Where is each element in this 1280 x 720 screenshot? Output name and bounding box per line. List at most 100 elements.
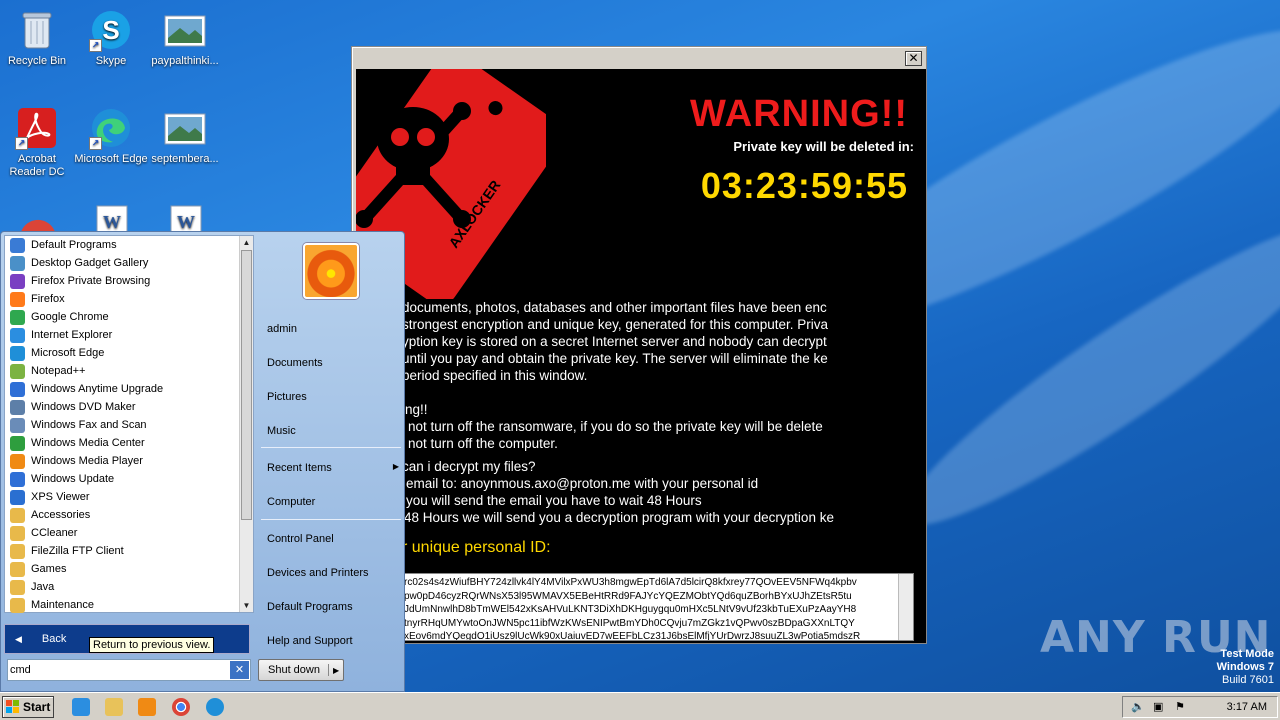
desktop-icon-september-file[interactable]: septembera... — [148, 106, 222, 166]
program-item[interactable]: Firefox Private Browsing — [5, 272, 253, 290]
program-icon — [10, 453, 25, 469]
shutdown-options-arrow-icon[interactable]: ▶ — [329, 666, 339, 675]
chrome-icon[interactable] — [172, 698, 190, 716]
program-item[interactable]: Maintenance — [5, 596, 253, 614]
action-center-flag-icon[interactable]: ⚑ — [1175, 700, 1185, 713]
desktop-icon-recycle-bin[interactable]: Recycle Bin — [0, 8, 74, 68]
system-tray: 🔈 ▣ ⚑ 3:17 AM — [1122, 696, 1278, 718]
menu-item-devices[interactable]: Devices and Printers — [267, 567, 369, 579]
program-label: Microsoft Edge — [31, 347, 105, 359]
scroll-up-icon[interactable]: ▲ — [240, 236, 253, 249]
program-item[interactable]: Notepad++ — [5, 362, 253, 380]
shutdown-button[interactable]: Shut down ▶ — [258, 659, 344, 681]
desktop-icon-label: Microsoft Edge — [74, 153, 148, 165]
user-avatar[interactable] — [303, 243, 359, 299]
back-label: Back — [41, 633, 67, 645]
program-item[interactable]: Default Programs — [5, 236, 253, 254]
desktop-icon-paypal-file[interactable]: paypalthinki... — [148, 8, 222, 68]
network-icon[interactable]: ▣ — [1153, 700, 1163, 713]
program-label: FileZilla FTP Client — [31, 545, 124, 557]
program-item[interactable]: Windows DVD Maker — [5, 398, 253, 416]
program-icon — [10, 345, 25, 361]
volume-icon[interactable]: 🔈 — [1131, 700, 1145, 713]
program-item[interactable]: Desktop Gadget Gallery — [5, 254, 253, 272]
desktop-icon-acrobat[interactable]: ↗ Acrobat Reader DC — [0, 106, 74, 179]
menu-item-help[interactable]: Help and Support — [267, 635, 353, 647]
clear-search-icon[interactable]: ✕ — [230, 661, 249, 679]
start-menu[interactable]: Default Programs Desktop Gadget Gallery Fi… — [0, 231, 405, 692]
program-item[interactable]: Firefox — [5, 290, 253, 308]
menu-item-recent[interactable]: Recent Items ▶ — [267, 462, 399, 474]
program-label: Windows Media Center — [31, 437, 145, 449]
private-key-notice: Private key will be deleted in: — [733, 139, 914, 154]
program-icon — [10, 471, 25, 487]
menu-item-control-panel[interactable]: Control Panel — [267, 533, 334, 545]
message-line: until you pay and obtain the private key… — [402, 351, 828, 366]
program-icon — [10, 579, 25, 595]
message-line: not turn off the ransomware, if you do s… — [408, 419, 823, 434]
menu-item-admin[interactable]: admin — [267, 323, 297, 335]
menu-item-computer[interactable]: Computer — [267, 496, 315, 508]
edge-icon[interactable] — [206, 698, 224, 716]
program-label: Windows Media Player — [31, 455, 143, 467]
desktop-icon-label: paypalthinki... — [151, 55, 219, 67]
window-titlebar[interactable]: ✕ — [352, 47, 926, 69]
program-icon — [10, 399, 25, 415]
search-input[interactable] — [10, 662, 230, 678]
personal-id-line: tnyrRHqUMYwtoOnJWN5pc11ibfWzKWsENIPwtBmY… — [404, 617, 855, 629]
program-item[interactable]: Windows Anytime Upgrade — [5, 380, 253, 398]
ransomware-window[interactable]: ✕ AXLOCKER WARNING!! Private key will be… — [351, 46, 927, 644]
menu-item-pictures[interactable]: Pictures — [267, 391, 307, 403]
menu-item-default-programs[interactable]: Default Programs — [267, 601, 353, 613]
desktop-icon-edge[interactable]: ↗ Microsoft Edge — [74, 106, 148, 166]
clock[interactable]: 3:17 AM — [1227, 701, 1267, 713]
image-file-icon — [163, 106, 207, 150]
program-item[interactable]: Windows Media Player — [5, 452, 253, 470]
personal-id-textbox[interactable]: rc02s4s4zWiufBHY724zllvk4lY4MVilxPxWU3h8… — [400, 573, 914, 641]
program-item[interactable]: XPS Viewer — [5, 488, 253, 506]
internet-explorer-icon[interactable] — [72, 698, 90, 716]
watermark-line: Windows 7 — [1216, 661, 1274, 673]
media-player-icon[interactable] — [138, 698, 156, 716]
program-item[interactable]: Windows Update — [5, 470, 253, 488]
program-label: Notepad++ — [31, 365, 86, 377]
close-button[interactable]: ✕ — [905, 51, 922, 66]
program-item[interactable]: Java — [5, 578, 253, 596]
program-item[interactable]: FileZilla FTP Client — [5, 542, 253, 560]
back-tooltip: Return to previous view. — [89, 637, 215, 653]
file-explorer-icon[interactable] — [105, 698, 123, 716]
desktop-icon-skype[interactable]: S ↗ Skype — [74, 8, 148, 68]
menu-item-documents[interactable]: Documents — [267, 357, 323, 369]
message-line: ing!! — [402, 402, 428, 417]
program-item[interactable]: Internet Explorer — [5, 326, 253, 344]
program-label: CCleaner — [31, 527, 78, 539]
program-icon — [10, 237, 25, 253]
search-box[interactable]: ✕ — [7, 659, 251, 681]
program-item[interactable]: Google Chrome — [5, 308, 253, 326]
scrollbar-thumb[interactable] — [241, 250, 252, 520]
program-label: Windows DVD Maker — [31, 401, 136, 413]
desktop-icon-label: Recycle Bin — [7, 55, 67, 67]
id-scrollbar[interactable] — [898, 574, 913, 640]
countdown-timer: 03:23:59:55 — [700, 165, 908, 206]
svg-text:W: W — [103, 212, 121, 232]
programs-scrollbar[interactable]: ▲ ▼ — [239, 236, 253, 612]
program-item[interactable]: Accessories — [5, 506, 253, 524]
personal-id-line: pw0pD46cyzRQrWNsX53l95WMAVX5EBeHtRRd9FAJ… — [404, 590, 852, 602]
scroll-down-icon[interactable]: ▼ — [240, 599, 253, 612]
program-icon — [10, 417, 25, 433]
ransom-message: documents, photos, databases and other i… — [402, 299, 926, 526]
skype-icon: S ↗ — [89, 8, 133, 52]
program-item[interactable]: Games — [5, 560, 253, 578]
program-item[interactable]: CCleaner — [5, 524, 253, 542]
menu-item-music[interactable]: Music — [267, 425, 296, 437]
program-item[interactable]: Windows Media Center — [5, 434, 253, 452]
program-icon — [10, 291, 25, 307]
personal-id-label: r unique personal ID: — [402, 539, 551, 556]
image-file-icon — [163, 8, 207, 52]
start-menu-right-pane: admin Documents Pictures Music Recent It… — [257, 235, 403, 655]
start-button[interactable]: Start — [2, 696, 54, 718]
program-label: Firefox Private Browsing — [31, 275, 151, 287]
program-item[interactable]: Microsoft Edge — [5, 344, 253, 362]
program-item[interactable]: Windows Fax and Scan — [5, 416, 253, 434]
